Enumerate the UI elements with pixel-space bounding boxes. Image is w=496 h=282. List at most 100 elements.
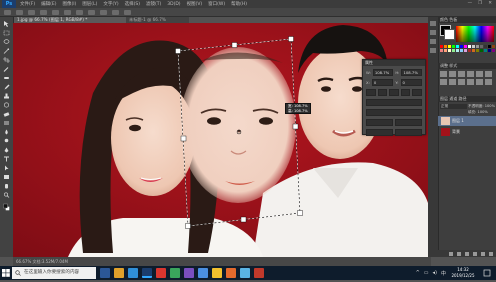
align-middle-icon[interactable] (412, 89, 422, 96)
channel-mixer-icon[interactable] (467, 79, 474, 85)
media-app-icon[interactable] (156, 268, 166, 278)
menu-image[interactable]: 图像(I) (62, 1, 76, 7)
folder-app-icon[interactable] (212, 268, 222, 278)
option-w-field[interactable] (52, 9, 59, 15)
app-icon[interactable] (254, 268, 264, 278)
delete-layer-icon[interactable] (489, 251, 493, 256)
history-panel-icon[interactable] (430, 21, 436, 26)
clone-stamp-tool-icon[interactable] (3, 93, 10, 99)
color-spectrum-ramp[interactable] (456, 26, 494, 42)
align-center-icon[interactable] (377, 89, 388, 96)
vibrance-icon[interactable] (476, 71, 483, 77)
network-icon[interactable]: ▭ (424, 270, 429, 276)
fill-field[interactable]: 填充: 100% (468, 110, 495, 115)
input-language[interactable]: 中 (441, 270, 446, 277)
app-icon[interactable] (198, 268, 208, 278)
browser-icon[interactable] (128, 268, 138, 278)
actions-panel-icon[interactable] (430, 30, 436, 35)
menu-select[interactable]: 选择(S) (125, 1, 140, 7)
commit-transform-icon[interactable] (124, 9, 131, 15)
blend-mode-select[interactable]: 正常 (440, 104, 467, 109)
menu-help[interactable]: 帮助(H) (231, 1, 247, 7)
layer-row-selected[interactable]: 图层 1 (438, 116, 496, 126)
width-field[interactable]: 108.7% (372, 69, 394, 76)
tray-arrow-icon[interactable]: ^ (416, 270, 420, 276)
swatches-grid[interactable] (440, 45, 495, 52)
windows-start-icon[interactable] (0, 266, 12, 280)
app-icon[interactable] (240, 268, 250, 278)
properties-option-field[interactable] (366, 129, 393, 136)
history-brush-tool-icon[interactable] (3, 102, 10, 108)
marquee-tool-icon[interactable] (3, 30, 10, 36)
properties-option-field[interactable] (395, 119, 422, 126)
move-tool-icon[interactable] (3, 21, 10, 27)
chat-app-icon[interactable] (170, 268, 180, 278)
cancel-transform-icon[interactable] (112, 9, 119, 15)
option-h-field[interactable] (76, 9, 83, 15)
menu-layer[interactable]: 图层(L) (82, 1, 97, 7)
adjustments-panel-tabs[interactable]: 调整 样式 (438, 63, 496, 69)
menu-window[interactable]: 窗口(W) (208, 1, 225, 7)
photo-filter-icon[interactable] (458, 79, 465, 85)
properties-option-field[interactable] (366, 109, 422, 116)
hand-tool-icon[interactable] (3, 183, 10, 189)
file-explorer-icon[interactable] (114, 268, 124, 278)
warp-mode-icon[interactable] (100, 9, 107, 15)
menu-edit[interactable]: 编辑(E) (41, 1, 56, 7)
reference-point-icon[interactable] (16, 9, 23, 15)
photoshop-taskbar-icon[interactable] (142, 268, 152, 278)
link-icon[interactable] (64, 9, 71, 15)
curves-icon[interactable] (458, 71, 465, 77)
menu-3d[interactable]: 3D(D) (167, 2, 180, 7)
dodge-tool-icon[interactable] (3, 138, 10, 144)
type-tool-icon[interactable] (3, 156, 10, 162)
add-mask-icon[interactable] (465, 251, 469, 256)
levels-icon[interactable] (449, 71, 456, 77)
link-layers-icon[interactable] (449, 251, 453, 256)
background-color-swatch[interactable] (444, 29, 455, 40)
character-panel-icon[interactable] (430, 48, 436, 53)
add-style-icon[interactable] (457, 251, 461, 256)
color-panel-tabs[interactable]: 颜色 色板 (438, 17, 496, 23)
crop-tool-icon[interactable] (3, 57, 10, 63)
option-y-field[interactable] (40, 9, 47, 15)
tool-preset-picker[interactable] (4, 9, 11, 15)
lasso-tool-icon[interactable] (3, 39, 10, 45)
layer-row[interactable]: 背景 (438, 127, 496, 137)
brush-tool-icon[interactable] (3, 84, 10, 90)
gradient-tool-icon[interactable] (3, 120, 10, 126)
menu-filter[interactable]: 滤镜(T) (146, 1, 161, 7)
menu-type[interactable]: 文字(Y) (103, 1, 118, 7)
task-view-icon[interactable] (100, 268, 110, 278)
recorder-app-icon[interactable] (184, 268, 194, 278)
properties-option-field[interactable] (366, 119, 393, 126)
properties-option-field[interactable] (366, 99, 422, 106)
y-field[interactable]: 0 (400, 79, 422, 86)
eyedropper-tool-icon[interactable] (3, 66, 10, 72)
x-field[interactable]: 0 (371, 79, 394, 86)
properties-option-field[interactable] (395, 129, 422, 136)
new-group-icon[interactable] (473, 251, 477, 256)
layers-panel-tabs[interactable]: 图层 通道 路径 (438, 96, 496, 102)
rectangle-tool-icon[interactable] (3, 174, 10, 180)
align-right-icon[interactable] (389, 89, 399, 96)
exposure-icon[interactable] (467, 71, 474, 77)
color-balance-icon[interactable] (440, 79, 447, 85)
notification-center-icon[interactable] (482, 268, 492, 278)
brightness-icon[interactable] (440, 71, 447, 77)
magic-wand-tool-icon[interactable] (3, 48, 10, 54)
option-rotate-field[interactable] (88, 9, 95, 15)
blur-tool-icon[interactable] (3, 129, 10, 135)
zoom-tool-icon[interactable] (3, 192, 10, 198)
properties-panel-icon[interactable] (430, 39, 436, 44)
color-swatches-icon[interactable] (3, 203, 10, 212)
new-layer-icon[interactable] (481, 251, 485, 256)
align-left-icon[interactable] (366, 89, 376, 96)
option-x-field[interactable] (28, 9, 35, 15)
height-field[interactable]: 108.7% (401, 69, 422, 76)
taskbar-search-input[interactable]: 在这里输入你要搜索的内容 (12, 267, 96, 279)
align-top-icon[interactable] (400, 89, 411, 96)
healing-brush-tool-icon[interactable] (3, 75, 10, 81)
minimize-button[interactable]: — (468, 0, 473, 8)
taskbar-clock[interactable]: 14:32 2019/12/25 (448, 266, 478, 280)
